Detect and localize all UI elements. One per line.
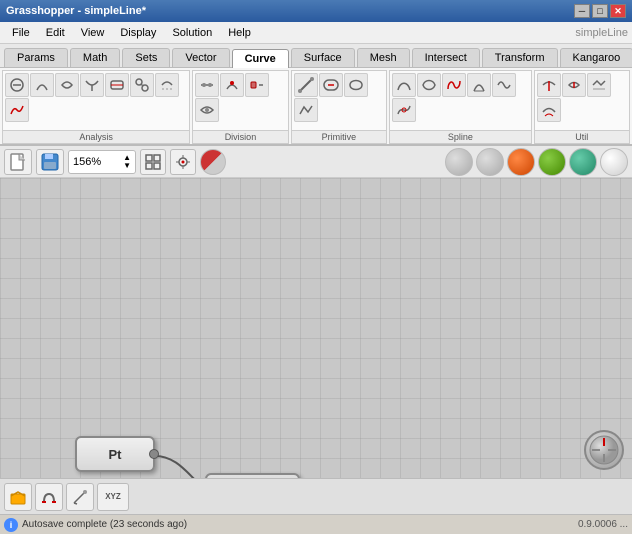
compass (584, 430, 624, 470)
maximize-button[interactable]: □ (592, 4, 608, 18)
tab-kangaroo[interactable]: Kangaroo (560, 48, 632, 67)
minimize-button[interactable]: ─ (574, 4, 590, 18)
tab-transform[interactable]: Transform (482, 48, 558, 67)
primitive-icon-2[interactable] (319, 73, 343, 97)
ribbon-group-analysis: Analysis (2, 70, 190, 144)
status-bar: i Autosave complete (23 seconds ago) 0.9… (0, 514, 632, 534)
spline-icon-6[interactable] (392, 98, 416, 122)
title-bar-buttons: ─ □ ✕ (574, 4, 626, 18)
fit-view-button[interactable] (140, 149, 166, 175)
division-icon-1[interactable] (195, 73, 219, 97)
toolbar2: 156% ▲ ▼ (0, 146, 632, 178)
render-button-gray[interactable] (445, 148, 473, 176)
bottom-toolbar: XYZ (0, 478, 632, 514)
line-node[interactable]: A B S L (205, 473, 300, 478)
bottom-btn-sketch[interactable] (66, 483, 94, 511)
color-button[interactable] (200, 149, 226, 175)
toolbar2-right-buttons (445, 148, 628, 176)
status-message: Autosave complete (23 seconds ago) (22, 519, 187, 530)
menu-solution[interactable]: Solution (164, 25, 220, 41)
division-icon-4[interactable] (195, 98, 219, 122)
menu-edit[interactable]: Edit (38, 25, 73, 41)
tab-bar: Params Math Sets Vector Curve Surface Me… (0, 44, 632, 68)
spline-icon-3[interactable] (442, 73, 466, 97)
analysis-icon-7[interactable] (155, 73, 179, 97)
render-button-orange[interactable] (507, 148, 535, 176)
primitive-label: Primitive (292, 130, 386, 143)
tab-vector[interactable]: Vector (172, 48, 229, 67)
new-file-button[interactable] (4, 149, 32, 175)
window-name-label: simpleLine (575, 27, 628, 39)
pt1-output-port[interactable] (149, 449, 159, 459)
division-icon-3[interactable] (245, 73, 269, 97)
menu-bar: File Edit View Display Solution Help sim… (0, 22, 632, 44)
analysis-label: Analysis (3, 130, 189, 143)
primitive-icon-4[interactable] (294, 98, 318, 122)
analysis-icon-2[interactable] (30, 73, 54, 97)
menu-view[interactable]: View (73, 25, 113, 41)
bottom-btn-xyz[interactable]: XYZ (97, 483, 129, 511)
tab-mesh[interactable]: Mesh (357, 48, 410, 67)
title-bar: Grasshopper - simpleLine* ─ □ ✕ (0, 0, 632, 22)
line-node-inputs: A B (207, 475, 235, 478)
render-button-green[interactable] (538, 148, 566, 176)
util-icon-3[interactable] (587, 73, 611, 97)
ribbon-group-spline: Spline (389, 70, 531, 144)
render-button-white[interactable] (600, 148, 628, 176)
tab-surface[interactable]: Surface (291, 48, 355, 67)
util-label: Util (535, 130, 629, 143)
analysis-icon-1[interactable] (5, 73, 29, 97)
zoom-control[interactable]: 156% ▲ ▼ (68, 150, 136, 174)
zoom-value: 156% (73, 156, 123, 168)
menu-help[interactable]: Help (220, 25, 259, 41)
tab-params[interactable]: Params (4, 48, 68, 67)
bottom-btn-magnet[interactable] (35, 483, 63, 511)
tab-intersect[interactable]: Intersect (412, 48, 480, 67)
spline-icon-1[interactable] (392, 73, 416, 97)
spline-icon-2[interactable] (417, 73, 441, 97)
spline-label: Spline (390, 130, 530, 143)
primitive-icon-1[interactable] (294, 73, 318, 97)
render-button-teal[interactable] (569, 148, 597, 176)
ribbon-group-division: Division (192, 70, 288, 144)
primitive-icon-3[interactable] (344, 73, 368, 97)
pt-node-1-label: Pt (109, 447, 122, 462)
tab-math[interactable]: Math (70, 48, 120, 67)
analysis-icon-3[interactable] (55, 73, 79, 97)
analysis-icon-8[interactable] (5, 98, 29, 122)
menu-display[interactable]: Display (112, 25, 164, 41)
util-icon-2[interactable] (562, 73, 586, 97)
status-version: 0.9.0006 ... (578, 519, 628, 530)
menu-file[interactable]: File (4, 25, 38, 41)
analysis-icon-6[interactable] (130, 73, 154, 97)
tab-curve[interactable]: Curve (232, 49, 289, 68)
util-icon-4[interactable] (537, 98, 561, 122)
analysis-icon-5[interactable] (105, 73, 129, 97)
render-button-gray2[interactable] (476, 148, 504, 176)
division-label: Division (193, 130, 287, 143)
window-title: Grasshopper - simpleLine* (6, 5, 574, 17)
spline-icon-5[interactable] (492, 73, 516, 97)
analysis-icon-4[interactable] (80, 73, 104, 97)
close-button[interactable]: ✕ (610, 4, 626, 18)
bottom-btn-package[interactable] (4, 483, 32, 511)
canvas-area[interactable]: Pt Pt A B S L (0, 178, 632, 478)
spline-icon-4[interactable] (467, 73, 491, 97)
ribbon-group-primitive: Primitive (291, 70, 387, 144)
util-icon-1[interactable] (537, 73, 561, 97)
view-button[interactable] (170, 149, 196, 175)
ribbon-group-util: Util (534, 70, 630, 144)
division-icon-2[interactable] (220, 73, 244, 97)
line-node-output: L (276, 475, 298, 478)
zoom-spinner[interactable]: ▲ ▼ (123, 154, 131, 170)
ribbon: Analysis Division (0, 68, 632, 146)
tab-sets[interactable]: Sets (122, 48, 170, 67)
wires-svg (0, 178, 632, 478)
status-icon: i (4, 518, 18, 532)
pt-node-1[interactable]: Pt (75, 436, 155, 472)
save-button[interactable] (36, 149, 64, 175)
